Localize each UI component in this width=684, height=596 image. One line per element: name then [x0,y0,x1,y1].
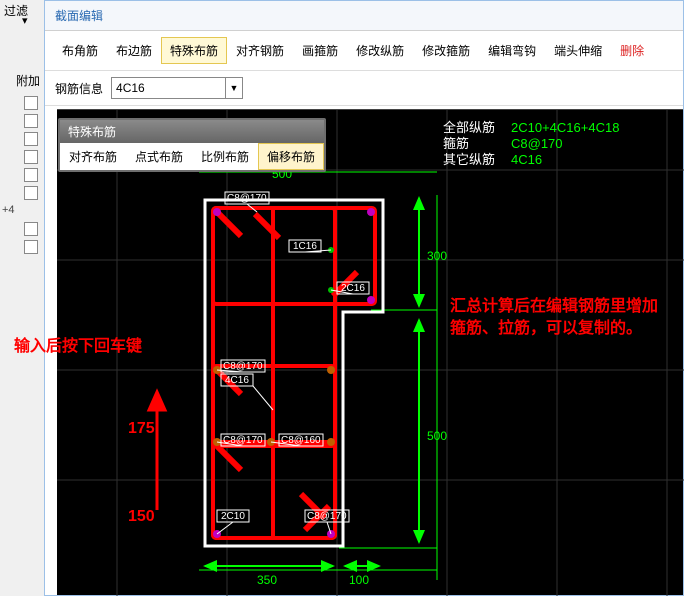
list-checkbox[interactable] [24,150,38,164]
plus-q-label: +4 [2,204,15,216]
subtool-point[interactable]: 点式布筋 [126,143,192,170]
main-toolbar: 布角筋 布边筋 特殊布筋 对齐钢筋 画箍筋 修改纵筋 修改箍筋 编辑弯钩 端头伸… [45,31,683,71]
svg-text:C8@170: C8@170 [511,136,563,151]
svg-text:C8@170: C8@170 [223,361,263,372]
tool-edge-rebar[interactable]: 布边筋 [107,37,161,64]
special-rebar-subtool[interactable]: 特殊布筋 对齐布筋 点式布筋 比例布筋 偏移布筋 [58,118,326,172]
svg-text:4C16: 4C16 [511,152,542,167]
section-edit-panel: 截面编辑 布角筋 布边筋 特殊布筋 对齐钢筋 画箍筋 修改纵筋 修改箍筋 编辑弯… [44,0,684,596]
panel-title: 截面编辑 [45,1,683,31]
subtool-offset[interactable]: 偏移布筋 [258,143,324,170]
tool-align-rebar[interactable]: 对齐钢筋 [227,37,293,64]
list-checkbox[interactable] [24,96,38,110]
tool-delete[interactable]: 删除 [611,37,653,64]
section-drawing: 500 300 500 350 100 [57,110,684,596]
list-checkbox[interactable] [24,168,38,182]
subtool-title: 特殊布筋 [60,120,324,143]
subtool-ratio[interactable]: 比例布筋 [192,143,258,170]
tool-special-rebar[interactable]: 特殊布筋 [161,37,227,64]
rebar-info-combo[interactable]: 4C16 ▼ [111,77,243,99]
rebar-info-label: 钢筋信息 [55,80,103,97]
svg-text:2C10+4C16+4C18: 2C10+4C16+4C18 [511,120,619,135]
svg-text:C8@170: C8@170 [307,511,347,522]
svg-text:C8@170: C8@170 [227,193,267,204]
svg-text:箍筋: 箍筋 [443,136,469,151]
attach-label: 附加 [16,72,40,89]
list-checkbox[interactable] [24,240,38,254]
rebar-dots [213,208,375,538]
rebar-tags: C8@170 1C16 2C16 C8@170 4C16 C8@170 C8@1… [217,192,369,534]
rebar-info-row: 钢筋信息 4C16 ▼ [45,71,683,106]
dim-bottom-right: 100 [349,573,369,587]
section-canvas[interactable]: 500 300 500 350 100 [57,109,683,595]
tool-corner-rebar[interactable]: 布角筋 [53,37,107,64]
svg-text:全部纵筋: 全部纵筋 [443,120,495,135]
list-checkbox[interactable] [24,186,38,200]
subtool-align[interactable]: 对齐布筋 [60,143,126,170]
svg-text:4C16: 4C16 [225,375,249,386]
tool-end-stretch[interactable]: 端头伸缩 [545,37,611,64]
dim-right-lower: 500 [427,429,447,443]
rebar-info-value: 4C16 [112,81,225,95]
annotation-arrow [149,392,165,510]
dim-right-upper: 300 [427,249,447,263]
list-checkbox[interactable] [24,114,38,128]
dim-bottom-left: 350 [257,573,277,587]
tool-edit-hook[interactable]: 编辑弯钩 [479,37,545,64]
tool-modify-longitudinal[interactable]: 修改纵筋 [347,37,413,64]
svg-text:其它纵筋: 其它纵筋 [443,152,495,167]
tool-draw-stirrup[interactable]: 画箍筋 [293,37,347,64]
chevron-down-icon[interactable]: ▼ [225,78,242,98]
legend: 全部纵筋 2C10+4C16+4C18 箍筋 C8@170 其它纵筋 4C16 [443,120,619,167]
svg-text:1C16: 1C16 [293,241,317,252]
left-sidebar: 过滤 ▾ 附加 +4 [0,0,45,596]
tool-modify-stirrup[interactable]: 修改箍筋 [413,37,479,64]
stirrups [213,208,375,538]
filter-dropdown-icon[interactable]: ▾ [22,14,28,27]
list-checkbox[interactable] [24,132,38,146]
svg-text:2C10: 2C10 [221,511,245,522]
list-checkbox[interactable] [24,222,38,236]
